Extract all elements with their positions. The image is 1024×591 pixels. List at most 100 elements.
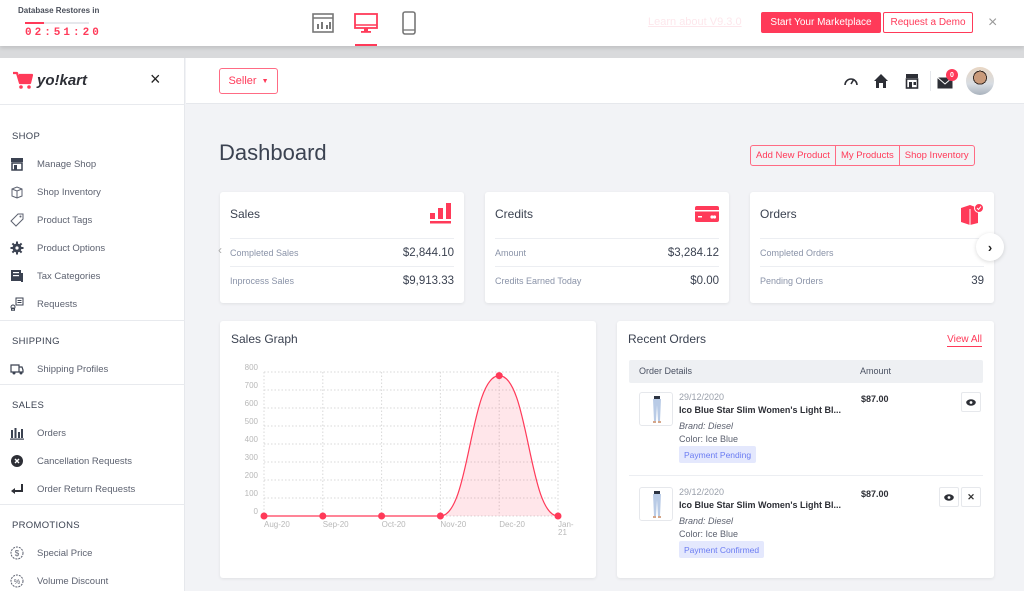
stat-row: Amount $3,284.12 (495, 238, 719, 266)
x-tick-label: Dec-20 (499, 520, 525, 529)
svg-text:%: % (14, 579, 20, 586)
product-thumbnail[interactable] (639, 487, 673, 521)
start-marketplace-button[interactable]: Start Your Marketplace (761, 12, 881, 33)
y-tick-label: 800 (245, 363, 259, 372)
recent-orders-title: Recent Orders (628, 332, 707, 346)
y-tick-label: 300 (245, 453, 259, 462)
eye-icon (944, 493, 954, 501)
app-header: Seller ▼ 0 (186, 58, 1024, 104)
y-tick-label: 200 (245, 471, 259, 480)
orders-stat-card: Orders Completed Orders Pending Orders 39 (750, 192, 994, 303)
store-icon[interactable] (904, 73, 920, 89)
sidebar-item-volume-discount[interactable]: % Volume Discount (10, 573, 180, 589)
message-count-badge: 0 (946, 69, 958, 81)
product-thumbnail[interactable] (639, 392, 673, 426)
learn-version-link[interactable]: Learn about V9.3.0 (648, 16, 742, 28)
carousel-next-icon[interactable]: › (976, 233, 1004, 261)
y-tick-label: 600 (245, 399, 259, 408)
bar-chart-icon (430, 203, 451, 224)
active-view-indicator (355, 44, 377, 46)
data-point (260, 512, 268, 520)
product-brand: Brand: Diesel (679, 516, 734, 526)
order-amount: $87.00 (861, 489, 889, 499)
sidebar-item-orders[interactable]: Orders (10, 425, 180, 441)
y-tick-label: 400 (245, 435, 259, 444)
caret-down-icon: ▼ (261, 77, 269, 85)
close-sidebar-icon[interactable]: × (150, 69, 161, 90)
order-row: 29/12/2020 Ico Blue Star Slim Women's Li… (629, 487, 983, 567)
jeans-image-icon (653, 491, 661, 518)
data-point (319, 512, 327, 520)
my-products-link[interactable]: My Products (836, 146, 900, 165)
cancel-order-button[interactable]: ✕ (961, 487, 981, 507)
close-topbar-icon[interactable]: × (988, 14, 997, 32)
data-point (378, 512, 386, 520)
credits-stat-card: Credits Amount $3,284.12 Credits Earned T… (485, 192, 729, 303)
dashboard-preview-icon[interactable] (311, 11, 335, 35)
x-tick-label: Nov-20 (440, 520, 466, 529)
card-title: Orders (760, 207, 797, 221)
demo-topbar: Database Restores in 02:51:20 Learn abou… (0, 0, 1024, 46)
add-new-product-link[interactable]: Add New Product (751, 146, 836, 165)
dollar-badge-icon: $ (10, 546, 24, 560)
series-area (264, 375, 558, 516)
page-title: Dashboard (219, 140, 327, 165)
user-avatar[interactable] (966, 67, 994, 95)
view-order-button[interactable] (939, 487, 959, 507)
cancel-circle-icon (11, 455, 23, 467)
sidebar-item-product-options[interactable]: Product Options (10, 240, 180, 256)
table-header: Order Details Amount (629, 360, 983, 383)
stat-row: Pending Orders 39 (760, 266, 984, 294)
sales-graph-card: Sales Graph 0 100 200 300 400 500 600 700 800 Aug… (220, 321, 596, 578)
sales-stat-card: Sales Completed Sales $2,844.10 Inprocess… (220, 192, 464, 303)
divider (629, 475, 983, 476)
mobile-view-icon[interactable] (397, 11, 421, 35)
card-title: Credits (495, 207, 534, 221)
db-restore-label: Database Restores in (18, 6, 100, 15)
sidebar-item-product-tags[interactable]: Product Tags (10, 212, 180, 228)
sidebar-item-shipping-profiles[interactable]: Shipping Profiles (10, 361, 180, 377)
shop-inventory-link[interactable]: Shop Inventory (900, 146, 974, 165)
request-demo-button[interactable]: Request a Demo (883, 12, 973, 33)
sidebar-item-requests[interactable]: Requests (10, 296, 180, 312)
order-date: 29/12/2020 (679, 392, 725, 402)
store-icon (11, 158, 23, 171)
card-title: Sales (230, 207, 261, 221)
product-brand: Brand: Diesel (679, 421, 734, 431)
section-title-promotions: PROMOTIONS (12, 520, 80, 531)
stat-row: Completed Sales $2,844.10 (230, 238, 454, 266)
sidebar-item-shop-inventory[interactable]: Shop Inventory (10, 184, 180, 200)
carousel-prev-icon[interactable]: ‹ (218, 243, 222, 257)
product-name[interactable]: Ico Blue Star Slim Women's Light Bl... (679, 500, 841, 510)
section-title-shipping: SHIPPING (12, 336, 60, 347)
sidebar-item-order-return-requests[interactable]: Order Return Requests (10, 481, 180, 497)
db-restore-timer: 02:51:20 (25, 27, 102, 39)
product-color: Color: Ice Blue (679, 529, 739, 539)
sales-graph-chart: 0 100 200 300 400 500 600 700 800 Aug-20 Sep-20 Oct… (245, 363, 574, 537)
eye-icon (966, 398, 976, 406)
cart-logo-icon (13, 71, 34, 89)
yokart-logo[interactable]: yo!kart (12, 70, 87, 90)
speedometer-icon[interactable] (843, 73, 859, 89)
view-all-link[interactable]: View All (947, 334, 982, 347)
view-order-button[interactable] (961, 392, 981, 412)
section-title-shop: SHOP (12, 131, 41, 142)
receipt-icon (11, 270, 23, 282)
home-icon[interactable] (873, 73, 889, 89)
y-tick-label: 700 (245, 381, 259, 390)
package-icon (961, 203, 984, 225)
sidebar-item-special-price[interactable]: $ Special Price (10, 545, 180, 561)
product-name[interactable]: Ico Blue Star Slim Women's Light Bl... (679, 405, 841, 415)
stat-row: Credits Earned Today $0.00 (495, 266, 719, 294)
recent-orders-card: Recent Orders View All Order Details Amo… (617, 321, 994, 578)
logo-text: yo!kart (37, 71, 88, 89)
sidebar-item-manage-shop[interactable]: Manage Shop (10, 156, 180, 172)
desktop-view-icon[interactable] (354, 11, 378, 35)
sidebar-item-cancellation-requests[interactable]: Cancellation Requests (10, 453, 180, 469)
header-divider (930, 71, 931, 91)
jeans-image-icon (653, 396, 661, 423)
y-tick-label: 500 (245, 417, 259, 426)
seller-dropdown[interactable]: Seller ▼ (219, 68, 278, 94)
sidebar-item-tax-categories[interactable]: Tax Categories (10, 268, 180, 284)
credit-card-icon (695, 206, 719, 222)
